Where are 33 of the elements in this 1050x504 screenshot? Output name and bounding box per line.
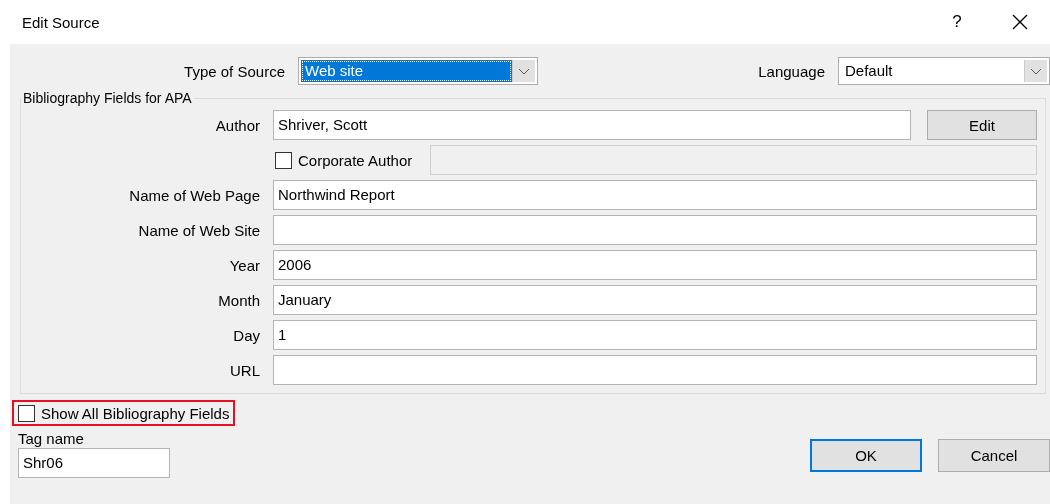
source-type-dropdown[interactable]: Web site (298, 57, 538, 85)
edit-button[interactable]: Edit (927, 110, 1037, 140)
field-label: Author (214, 116, 261, 134)
checkbox[interactable] (275, 151, 292, 169)
field-label: Month (217, 291, 261, 309)
text-field[interactable]: January (273, 285, 1037, 315)
text-field[interactable]: 2006 (273, 250, 1037, 280)
dialog-button[interactable]: Cancel (938, 439, 1050, 472)
source-type-label: Type of Source (183, 62, 286, 80)
checkbox[interactable] (18, 404, 35, 422)
close-icon (1012, 14, 1028, 30)
checkbox-label: Show All Bibliography Fields (41, 404, 230, 422)
text-field[interactable] (273, 355, 1037, 385)
text-field[interactable]: Northwind Report (273, 180, 1037, 210)
tag-name-field[interactable]: Shr06 (18, 448, 170, 478)
chevron-down-icon (1030, 67, 1042, 75)
dialog-button[interactable]: OK (810, 439, 922, 472)
tag-name-label: Tag name (18, 430, 85, 447)
group-title: Bibliography Fields for APA (22, 90, 193, 106)
field-label: URL (229, 361, 261, 379)
help-button[interactable]: ? (924, 2, 990, 42)
language-dropdown[interactable]: Default (838, 57, 1050, 85)
text-field[interactable] (273, 215, 1037, 245)
text-field[interactable]: Shriver, Scott (273, 110, 911, 140)
field-label: Name of Web Site (137, 221, 261, 239)
field-label: Day (232, 326, 261, 344)
chevron-down-icon (518, 67, 530, 75)
text-field[interactable]: 1 (273, 320, 1037, 350)
checkbox-label: Corporate Author (298, 151, 413, 169)
window-title: Edit Source (22, 13, 101, 31)
field-label: Year (228, 256, 261, 274)
language-label: Language (757, 62, 826, 80)
field-label: Name of Web Page (128, 186, 261, 204)
